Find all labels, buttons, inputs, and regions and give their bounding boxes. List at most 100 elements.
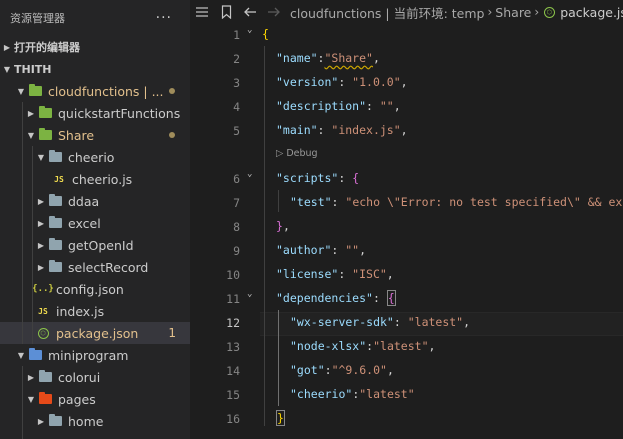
tree-item[interactable]: JS cheerio.js xyxy=(0,168,190,190)
json-colon: : xyxy=(331,195,346,209)
tree-item-label: cheerio.js xyxy=(72,171,133,187)
tree-item-label: cloudfunctions | ... xyxy=(48,83,164,99)
tree-item[interactable]: ▼ pages xyxy=(0,388,190,410)
debug-codelens[interactable]: ▷ Debug xyxy=(276,148,318,159)
tree-item[interactable]: ▶ ddaa xyxy=(0,190,190,212)
chevron-right-icon: ▶ xyxy=(27,372,35,382)
tree-item-label: home xyxy=(68,413,104,429)
fold-chevron-icon[interactable]: ⌄ xyxy=(247,25,252,35)
json-comma: , xyxy=(428,339,436,353)
javascript-file-icon: JS xyxy=(54,174,64,184)
open-editors-label: 打开的编辑器 xyxy=(14,41,80,54)
json-colon: : xyxy=(366,99,380,113)
tree-item-label: getOpenId xyxy=(68,237,134,253)
folder-icon xyxy=(48,414,62,428)
code-editor[interactable]: ▷ Debug 1 ⌄{2 "name":"Share", 3 "version": "1… xyxy=(190,24,623,439)
tree-item[interactable]: ▶ quickstartFunctions xyxy=(0,102,190,124)
modified-dot-icon xyxy=(169,88,175,94)
tree-item[interactable]: ▶ home xyxy=(0,410,190,432)
tree-item-label: selectRecord xyxy=(68,259,149,275)
list-icon[interactable] xyxy=(190,6,214,18)
tree-item[interactable]: ▼ cloudfunctions | ... xyxy=(0,80,190,102)
open-brace: { xyxy=(386,290,396,306)
fold-chevron-icon[interactable]: ⌄ xyxy=(247,169,252,179)
json-colon: : xyxy=(324,363,332,377)
json-value: "latest" xyxy=(373,339,429,353)
tree-item[interactable]: {..} config.json xyxy=(0,278,190,300)
chevron-down-icon: ▼ xyxy=(17,86,25,96)
json-file-icon: {..} xyxy=(32,284,54,294)
fold-chevron-icon[interactable]: ⌄ xyxy=(247,289,252,299)
code-line: "test": "echo \"Error: no test specified… xyxy=(290,195,623,209)
tree-item[interactable]: ▶ excel xyxy=(0,212,190,234)
json-value: "index.js" xyxy=(331,123,401,137)
explorer-header: 资源管理器 ··· xyxy=(0,0,190,36)
json-value: "1.0.0" xyxy=(352,75,401,89)
tree-item-label: quickstartFunctions xyxy=(58,105,181,121)
tree-item[interactable]: ▼ cheerio xyxy=(0,146,190,168)
code-line: "cheerio":"latest" xyxy=(290,387,415,401)
breadcrumb-separator-icon: › xyxy=(534,5,540,19)
chevron-right-icon: ▶ xyxy=(27,108,35,118)
json-key: "dependencies" xyxy=(276,291,373,305)
chevron-down-icon: ▼ xyxy=(27,130,35,140)
tree-item[interactable]: ▶ colorui xyxy=(0,366,190,388)
tree-item-label: Share xyxy=(58,127,95,143)
chevron-right-icon: ▶ xyxy=(37,240,45,250)
bookmark-icon[interactable] xyxy=(214,5,238,19)
tree-item-label: config.json xyxy=(56,281,124,297)
json-comma: , xyxy=(393,99,401,113)
code-line: } xyxy=(276,410,285,426)
code-line: "description": "", xyxy=(276,99,401,113)
json-colon: : xyxy=(331,243,346,257)
json-value: "" xyxy=(345,243,360,257)
workspace-label: THITH xyxy=(14,62,52,76)
breadcrumb-cloudfunctions[interactable]: cloudfunctions | 当前环境: temp xyxy=(290,3,484,22)
tree-item-label: ddaa xyxy=(68,193,100,209)
chevron-down-icon: ▼ xyxy=(17,350,25,360)
more-actions-icon[interactable]: ··· xyxy=(156,10,172,26)
code-line: "wx-server-sdk": "latest", xyxy=(290,315,470,329)
back-arrow-icon[interactable] xyxy=(238,6,262,18)
chevron-right-icon: ▶ xyxy=(37,416,45,426)
folder-icon xyxy=(28,84,42,98)
line-number: 8 xyxy=(233,220,240,234)
folder-icon xyxy=(28,348,42,362)
json-value: "latest" xyxy=(359,387,415,401)
modified-dot-icon xyxy=(169,132,175,138)
json-key: "wx-server-sdk" xyxy=(290,315,394,329)
code-line: "got":"^9.6.0", xyxy=(290,363,394,377)
tree-item-label: index.js xyxy=(56,303,105,319)
open-brace: { xyxy=(262,27,269,41)
tree-item[interactable]: ▶ selectRecord xyxy=(0,256,190,278)
tree-item[interactable]: ▼ Share xyxy=(0,124,190,146)
tree-item[interactable]: ⬡ package.json 1 xyxy=(0,322,190,344)
workspace-section[interactable]: ▼ THITH xyxy=(0,58,190,80)
json-comma: , xyxy=(386,363,394,377)
json-key: "description" xyxy=(276,99,367,113)
tree-item[interactable]: JS index.js xyxy=(0,300,190,322)
tree-item-label: excel xyxy=(68,215,101,231)
json-key: "cheerio" xyxy=(290,387,353,401)
line-number: 9 xyxy=(233,244,240,258)
open-editors-section[interactable]: ▶ 打开的编辑器 xyxy=(0,36,190,58)
code-line: "dependencies": { xyxy=(276,290,396,306)
json-comma: , xyxy=(386,267,394,281)
breadcrumb-file[interactable]: package.json xyxy=(560,5,623,20)
json-value: "" xyxy=(379,99,394,113)
chevron-down-icon: ▼ xyxy=(27,394,35,404)
line-number: 10 xyxy=(226,268,240,282)
tree-item-label: cheerio xyxy=(68,149,115,165)
json-key: "author" xyxy=(276,243,332,257)
json-key: "node-xlsx" xyxy=(290,339,367,353)
close-brace: } xyxy=(276,219,283,233)
tree-item[interactable]: ▼ miniprogram xyxy=(0,344,190,366)
breadcrumb-share[interactable]: Share xyxy=(495,5,531,20)
forward-arrow-icon[interactable] xyxy=(262,6,286,18)
tree-item[interactable]: ▶ getOpenId xyxy=(0,234,190,256)
folder-icon xyxy=(48,150,62,164)
json-value: "latest" xyxy=(407,315,464,329)
nodejs-file-icon: ⬡ xyxy=(542,5,556,19)
indent-guide xyxy=(278,190,279,212)
folder-icon xyxy=(48,194,62,208)
